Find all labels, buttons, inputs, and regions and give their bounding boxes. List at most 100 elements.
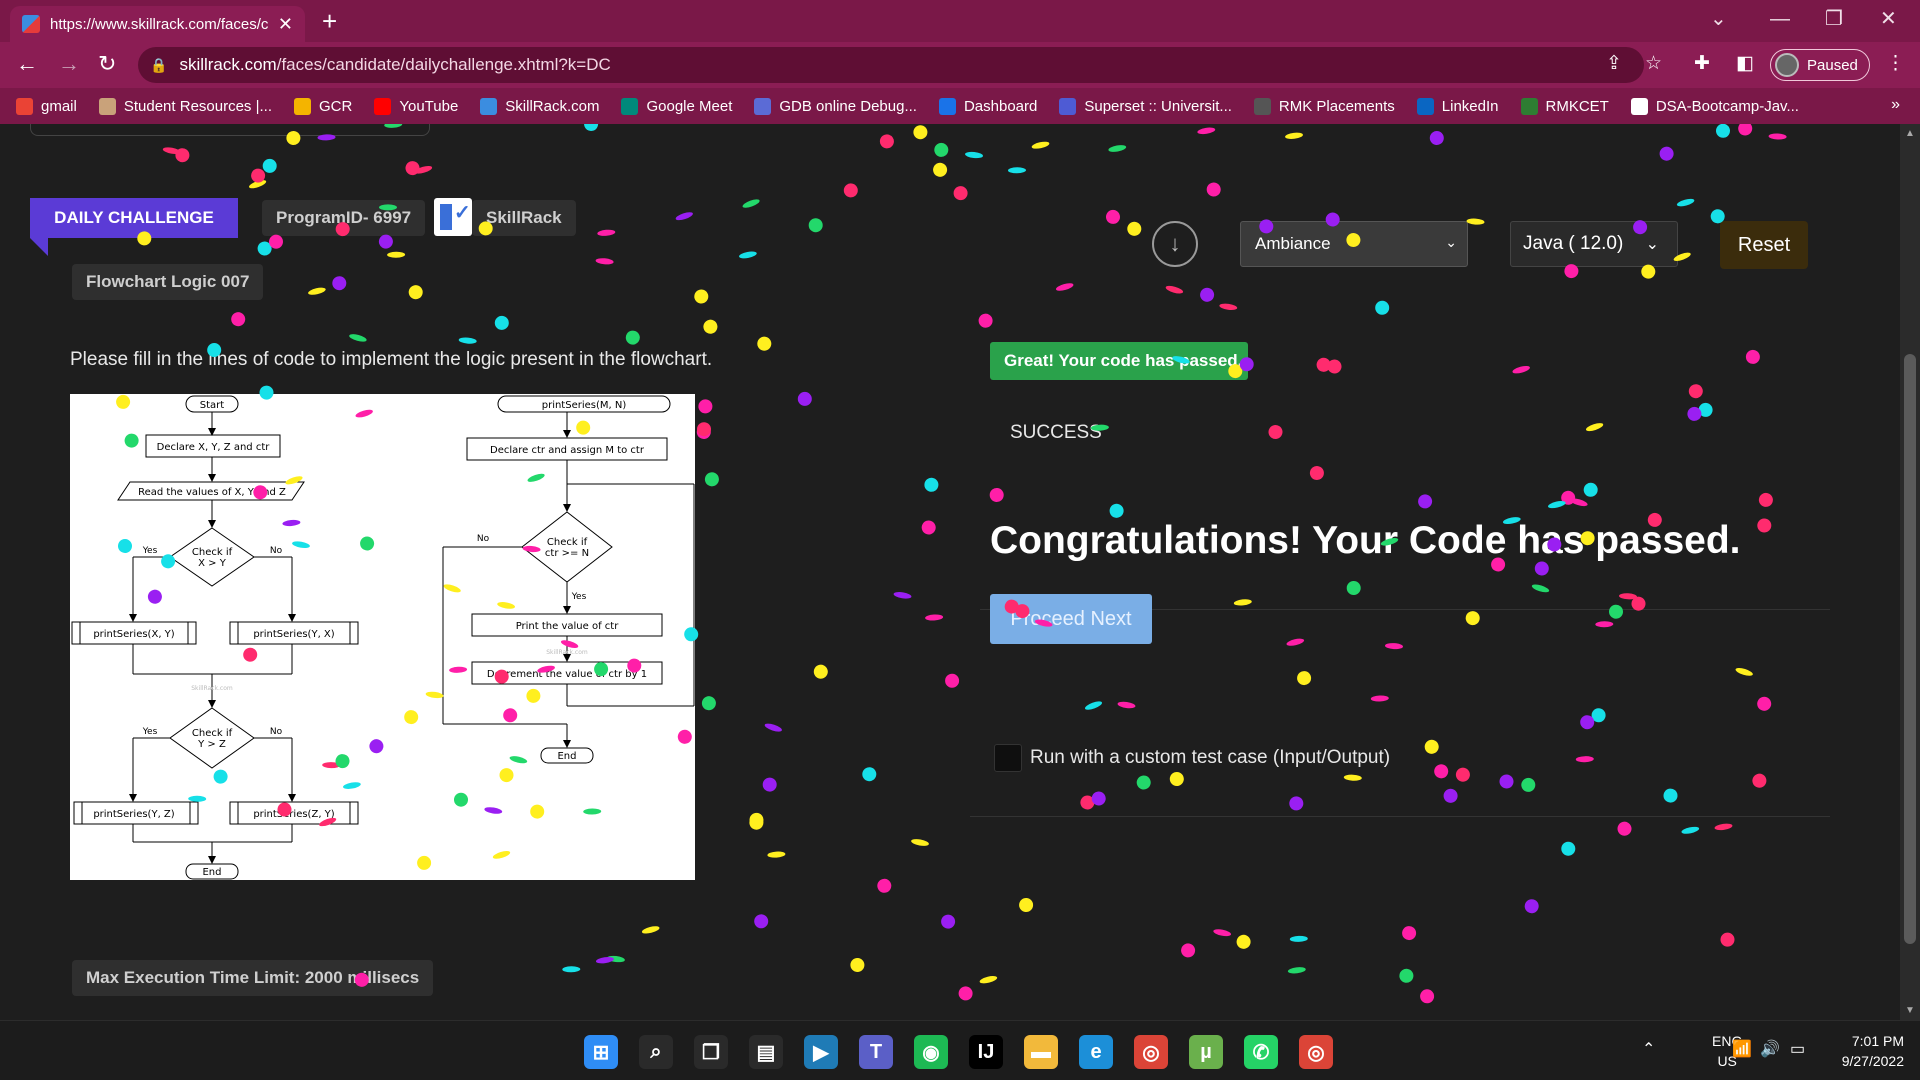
bookmark-star-icon[interactable]: ☆ (1645, 52, 1662, 75)
bookmark-item[interactable]: Student Resources |... (98, 97, 272, 115)
theme-select[interactable]: Ambiance ⌄ (1240, 221, 1468, 267)
bookmark-item[interactable]: gmail (16, 97, 77, 115)
confetti-piece (1443, 788, 1458, 803)
fc-left-cond2-b: Y > Z (197, 739, 226, 750)
bookmark-item[interactable]: Superset :: Universit... (1059, 97, 1232, 115)
address-bar[interactable]: 🔒 skillrack.com/faces/candidate/dailycha… (138, 47, 1644, 83)
confetti-piece (584, 124, 599, 131)
close-tab-icon[interactable]: ✕ (278, 14, 293, 35)
confetti-piece (308, 287, 326, 295)
search-icon[interactable]: ⌕ (639, 1035, 673, 1069)
confetti-piece (1575, 756, 1594, 763)
fc-left-p4: printSeries(Z, Y) (253, 809, 334, 820)
language-select[interactable]: Java ( 12.0) ⌄ (1510, 221, 1678, 267)
chrome-icon[interactable]: ◎ (1134, 1035, 1168, 1069)
confetti-piece (893, 592, 912, 599)
forward-icon[interactable]: → (58, 50, 80, 78)
problem-title: Flowchart Logic 007 (72, 264, 264, 300)
bookmark-item[interactable]: RMKCET (1520, 97, 1609, 115)
toolbar: ← → ↻ 🔒 skillrack.com/faces/candidate/da… (0, 42, 1920, 88)
confetti-piece (625, 330, 640, 345)
prime-video-icon[interactable]: ▶ (804, 1035, 838, 1069)
reset-button[interactable]: Reset (1720, 221, 1808, 269)
tab-search-icon[interactable]: ⌄ (1710, 4, 1727, 34)
confetti-piece (877, 878, 892, 893)
bookmark-item[interactable]: SkillRack.com (480, 97, 599, 115)
battery-icon[interactable]: ▭ (1790, 1039, 1805, 1059)
profile-button[interactable]: Paused (1770, 49, 1870, 81)
confetti-piece (1591, 708, 1606, 723)
side-panel-icon[interactable]: ◧ (1736, 52, 1754, 75)
bookmark-favicon-icon (98, 97, 116, 115)
clock[interactable]: 7:01 PM 9/27/2022 (1828, 1031, 1904, 1071)
back-icon[interactable]: ← (16, 50, 38, 78)
more-bookmarks-icon[interactable]: » (1891, 96, 1900, 114)
bookmark-item[interactable]: YouTube (374, 97, 458, 115)
confetti-piece (1297, 671, 1312, 686)
whatsapp-icon[interactable]: ✆ (1244, 1035, 1278, 1069)
custom-test-checkbox[interactable] (994, 744, 1022, 772)
confetti-piece (1720, 932, 1735, 947)
windows-start-icon[interactable]: ⊞ (584, 1035, 618, 1069)
intellij-icon[interactable]: IJ (969, 1035, 1003, 1069)
scroll-up-icon[interactable]: ▲ (1905, 128, 1915, 139)
fc-left-cond1-b: X > Y (198, 558, 227, 569)
utorrent-icon[interactable]: µ (1189, 1035, 1223, 1069)
time: 7:01 PM (1851, 1033, 1904, 1049)
file-explorer-icon[interactable]: ▬ (1024, 1035, 1058, 1069)
close-window-button[interactable]: ✕ (1880, 4, 1897, 34)
task-view-icon[interactable]: ❐ (694, 1035, 728, 1069)
wifi-icon[interactable]: 📶 (1732, 1039, 1752, 1059)
share-icon[interactable]: ⇪ (1606, 52, 1622, 75)
confetti-piece (1375, 300, 1390, 315)
scrollbar-thumb[interactable] (1904, 354, 1916, 944)
bookmark-favicon-icon (294, 97, 311, 115)
confetti-piece (941, 914, 956, 929)
proceed-next-button[interactable]: Proceed Next (990, 594, 1152, 644)
bookmark-item[interactable]: GDB online Debug... (754, 97, 917, 115)
extensions-icon[interactable]: ✚ (1694, 52, 1710, 75)
profile-status: Paused (1807, 56, 1858, 74)
bookmark-item[interactable]: RMK Placements (1253, 97, 1395, 115)
spotify-icon[interactable]: ◉ (914, 1035, 948, 1069)
restore-button[interactable]: ❐ (1825, 4, 1843, 34)
avatar (1775, 53, 1799, 77)
scroll-down-icon[interactable]: ▼ (1905, 1005, 1915, 1016)
confetti-piece (1617, 821, 1632, 836)
bookmark-item[interactable]: DSA-Bootcamp-Jav... (1630, 97, 1799, 115)
volume-icon[interactable]: 🔊 (1760, 1039, 1780, 1059)
browser-tab[interactable]: https://www.skillrack.com/faces/c ✕ (10, 6, 305, 42)
minimize-button[interactable]: — (1770, 4, 1790, 34)
edge-icon[interactable]: e (1079, 1035, 1113, 1069)
bookmarks-bar: gmail Student Resources |... GCR YouTube Ski… (0, 88, 1920, 124)
status-text: SUCCESS (1010, 422, 1102, 443)
confetti-piece (1681, 826, 1700, 834)
bookmark-favicon-icon (754, 97, 772, 115)
microsoft-store-icon[interactable]: ▤ (749, 1035, 783, 1069)
language-value: Java ( 12.0) (1523, 233, 1624, 254)
chrome-profile-icon[interactable]: ◎ (1299, 1035, 1333, 1069)
confetti-piece (1055, 283, 1074, 291)
reload-icon[interactable]: ↻ (98, 50, 116, 78)
bookmark-label: Student Resources |... (123, 97, 272, 115)
bookmark-item[interactable]: Google Meet (621, 97, 732, 115)
bookmark-item[interactable]: GCR (294, 97, 352, 115)
menu-icon[interactable]: ⋮ (1886, 52, 1905, 75)
confetti-piece (231, 312, 246, 327)
confetti-piece (257, 241, 272, 256)
confetti-piece (1716, 124, 1730, 138)
download-icon[interactable]: ↓ (1152, 221, 1198, 267)
fc-right-declare: Declare ctr and assign M to ctr (490, 445, 645, 456)
confetti-piece (1206, 182, 1221, 197)
confetti-piece (494, 315, 509, 330)
bookmark-item[interactable]: Dashboard (938, 97, 1037, 115)
teams-icon[interactable]: T (859, 1035, 893, 1069)
confetti-piece (1399, 968, 1414, 983)
confetti-piece (1200, 287, 1215, 302)
confetti-piece (1169, 772, 1184, 786)
new-tab-button[interactable]: + (322, 6, 337, 36)
show-hidden-icons-icon[interactable]: ⌃ (1642, 1039, 1655, 1059)
page-scrollbar[interactable]: ▲ ▼ (1900, 124, 1920, 1020)
custom-test-toggle[interactable]: Run with a custom test case (Input/Outpu… (994, 744, 1390, 772)
bookmark-item[interactable]: LinkedIn (1416, 97, 1499, 115)
